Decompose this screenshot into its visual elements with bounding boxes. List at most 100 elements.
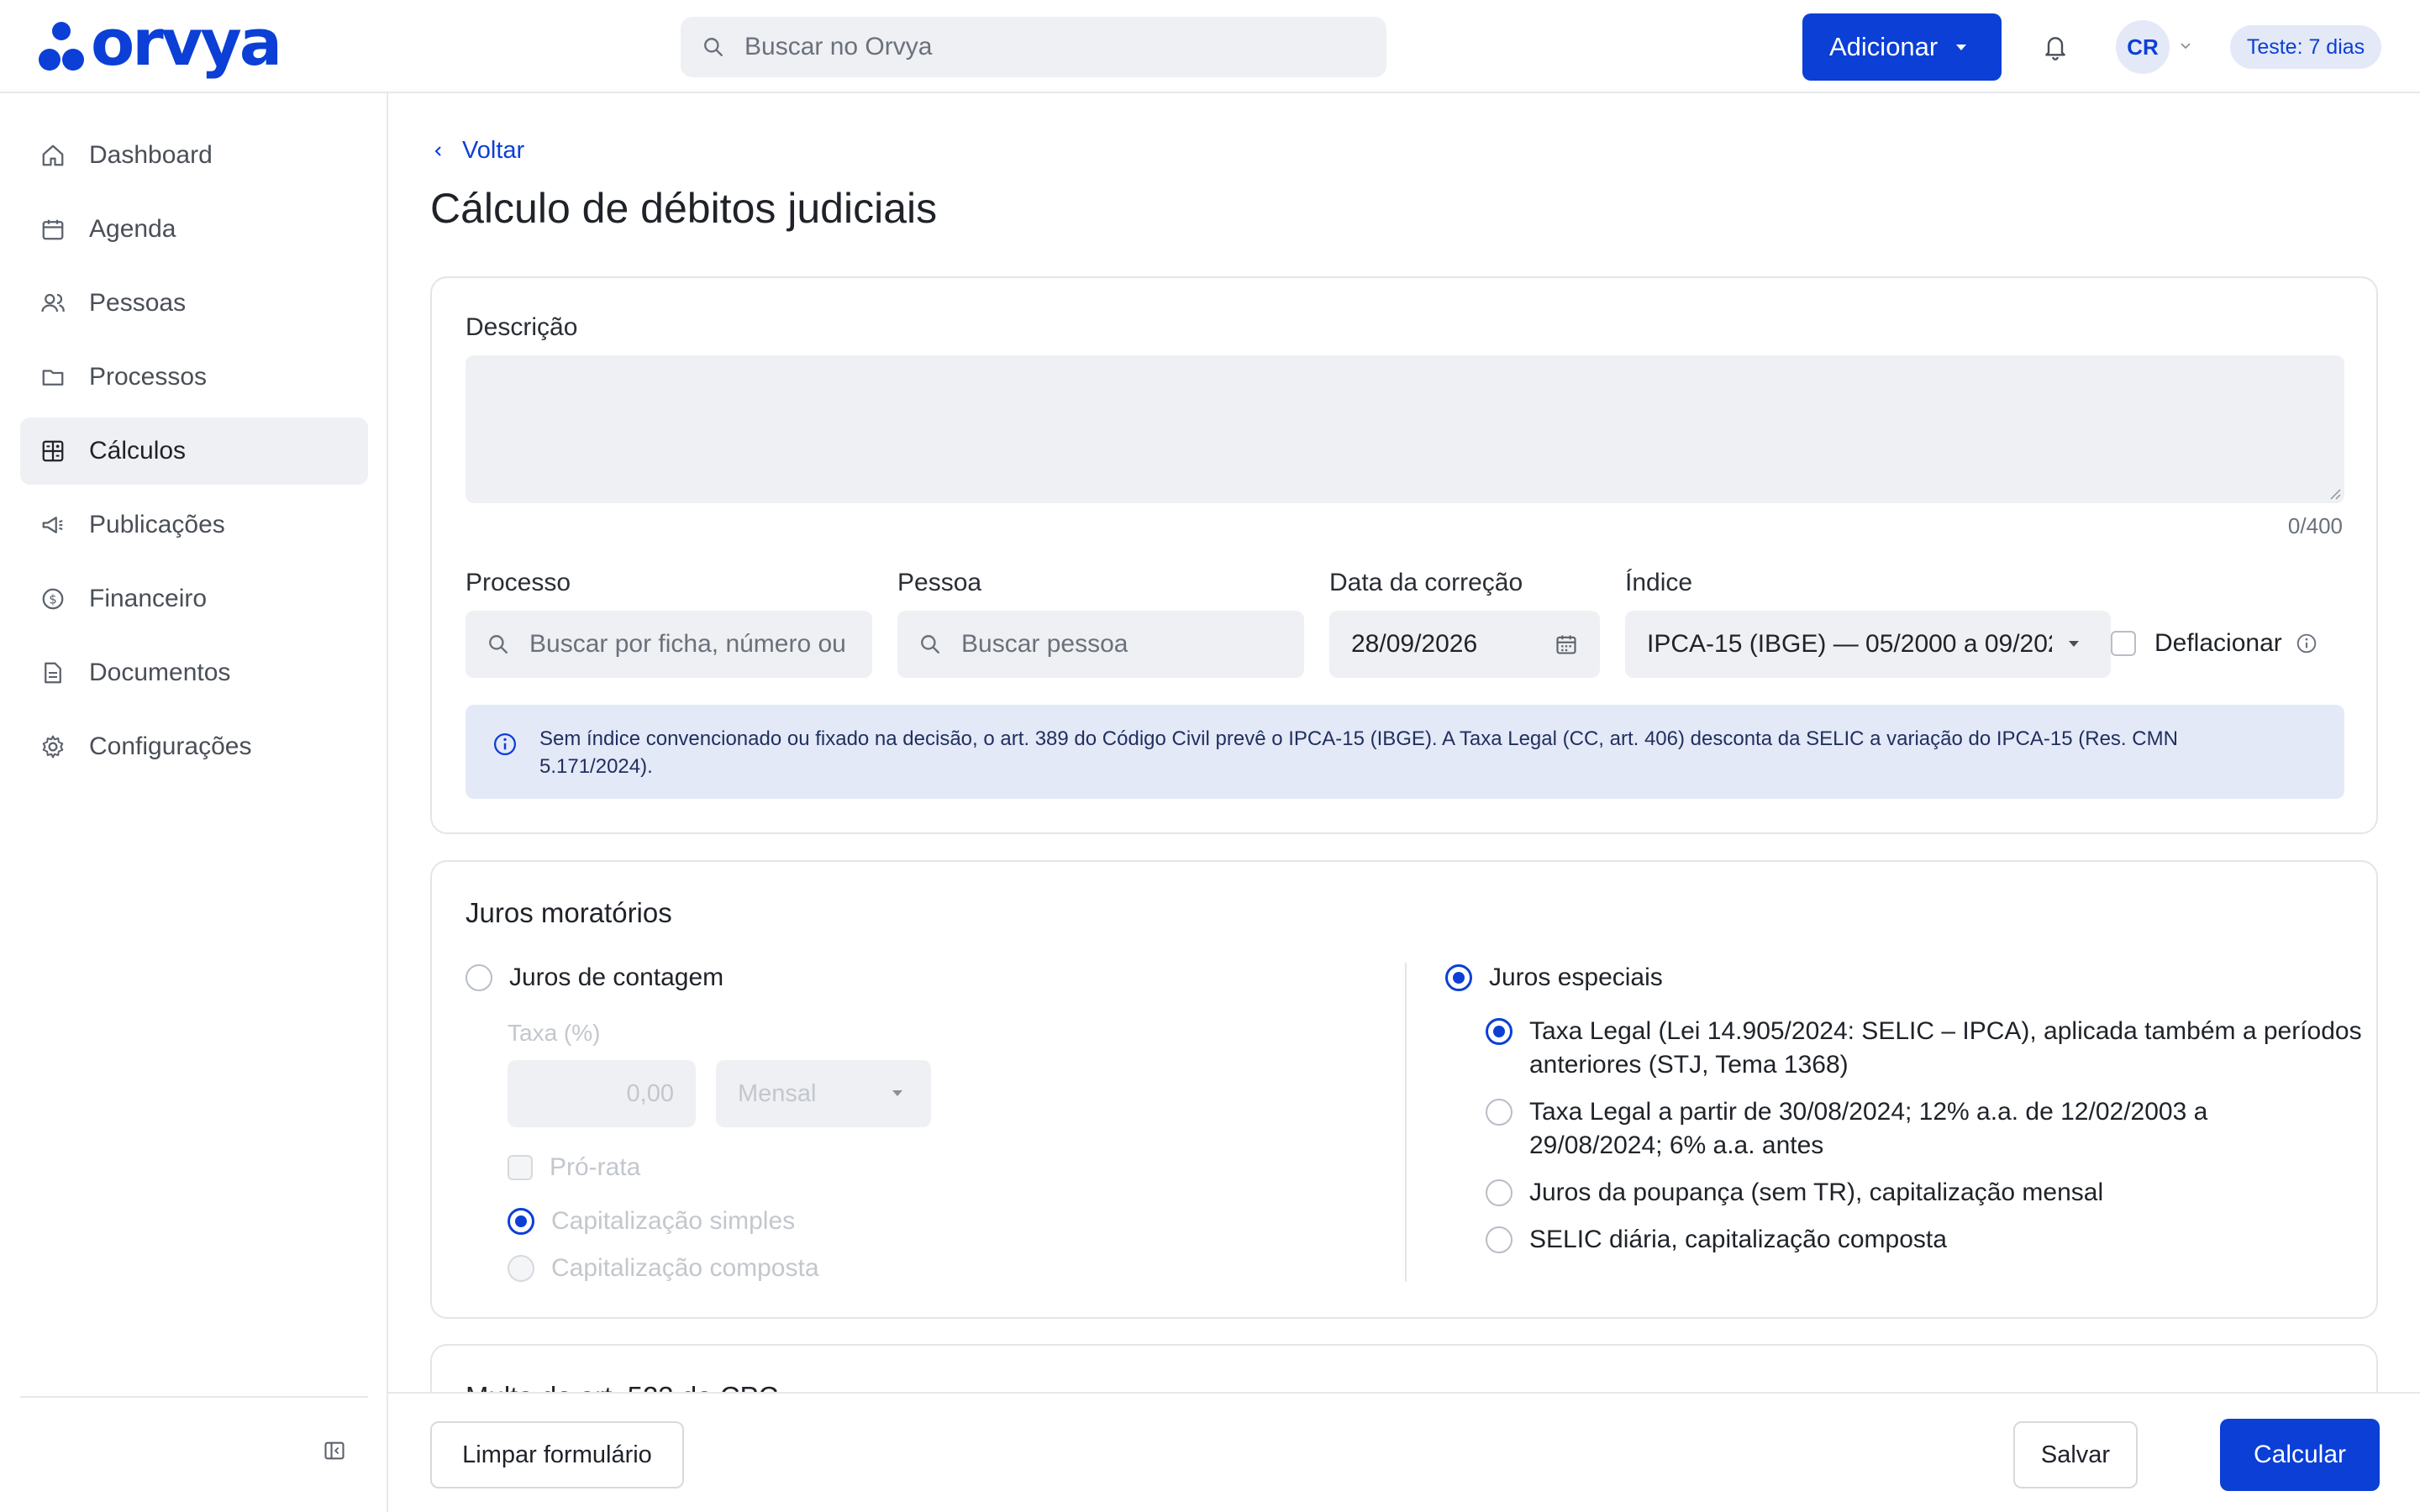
especial-option-taxa-legal[interactable]: Taxa Legal (Lei 14.905/2024: SELIC – IPC… (1486, 1015, 2362, 1082)
description-counter: 0/400 (2287, 513, 2343, 538)
sidebar-item-label: Documentos (89, 659, 231, 686)
cap-simples-radio[interactable] (508, 1208, 534, 1235)
deflacionar-checkbox[interactable] (2111, 631, 2136, 656)
especial-option-line2: 29/08/2024; 6% a.a. antes (1529, 1131, 1824, 1159)
add-button-label: Adicionar (1829, 32, 1939, 61)
especial-option-line1: Taxa Legal (Lei 14.905/2024: SELIC – IPC… (1529, 1017, 2362, 1045)
save-button[interactable]: Salvar (2013, 1421, 2138, 1488)
especial-option-radio[interactable] (1486, 1226, 1512, 1253)
sidebar-item-agenda[interactable]: Agenda (20, 196, 368, 263)
index-info-alert: Sem índice convencionado ou fixado na de… (466, 705, 2344, 799)
juros-especiais-radio[interactable] (1445, 964, 1472, 991)
especial-option-label: SELIC diária, capitalização composta (1529, 1226, 1947, 1253)
deflacionar-option[interactable]: Deflacionar (2111, 629, 2317, 658)
main-content: Voltar Cálculo de débitos judiciais Desc… (388, 93, 2420, 1392)
trial-badge[interactable]: Teste: 7 dias (2230, 25, 2381, 69)
juros-contagem-option[interactable]: Juros de contagem (466, 961, 723, 995)
especial-option-line1: Taxa Legal a partir de 30/08/2024; 12% a… (1529, 1098, 2208, 1126)
sidebar-item-label: Agenda (89, 215, 176, 243)
add-button[interactable]: Adicionar (1802, 13, 2002, 81)
caret-down-icon (2069, 641, 2079, 647)
data-correcao-label: Data da correção (1329, 569, 1523, 596)
back-link[interactable]: Voltar (432, 137, 524, 165)
cap-composta-label: Capitalização composta (551, 1254, 819, 1282)
sidebar-item-label: Financeiro (89, 585, 208, 612)
pessoa-search-input[interactable]: Buscar pessoa (897, 611, 1304, 678)
info-text-line1: Sem índice convencionado ou fixado na de… (539, 727, 2178, 750)
caret-down-icon (1956, 44, 1967, 50)
calculate-button[interactable]: Calcular (2220, 1419, 2380, 1491)
back-link-label: Voltar (462, 137, 525, 164)
bell-icon[interactable] (2042, 32, 2069, 62)
top-header: orvya Buscar no Orvya Adicionar CR Teste… (0, 0, 2420, 93)
pessoa-placeholder: Buscar pessoa (961, 630, 1128, 658)
juros-section-title: Juros moratórios (466, 897, 672, 928)
gear-icon (42, 735, 64, 759)
document-icon (45, 662, 61, 684)
chevron-down-icon[interactable] (2180, 40, 2191, 52)
multa-section-title: Multa do art. 523 do CPC (466, 1381, 778, 1392)
sidebar-item-documentos[interactable]: Documentos (20, 639, 368, 706)
avatar[interactable]: CR (2116, 20, 2170, 74)
processo-search-input[interactable]: Buscar por ficha, número ou r (466, 611, 872, 678)
especial-option-label: Taxa Legal (Lei 14.905/2024: SELIC – IPC… (1529, 1015, 2362, 1082)
juros-contagem-radio[interactable] (466, 964, 492, 991)
especial-option-radio[interactable] (1486, 1018, 1512, 1045)
sidebar-item-financeiro[interactable]: $ Financeiro (20, 565, 368, 633)
prorata-option[interactable]: Pró-rata (508, 1151, 640, 1184)
periodo-select[interactable]: Mensal (716, 1060, 931, 1127)
info-icon (494, 733, 516, 755)
processo-placeholder: Buscar por ficha, número ou r (529, 630, 854, 658)
calculator-icon (42, 440, 64, 462)
prorata-label: Pró-rata (550, 1153, 641, 1181)
column-divider (1405, 963, 1407, 1282)
collapse-sidebar-icon[interactable] (323, 1439, 346, 1462)
juros-especiais-option[interactable]: Juros especiais (1445, 961, 1663, 995)
description-textarea[interactable] (466, 355, 2344, 503)
megaphone-icon (42, 517, 63, 533)
dollar-circle-icon: $ (42, 588, 64, 610)
cap-composta-option[interactable]: Capitalização composta (508, 1252, 819, 1285)
chevron-left-icon (434, 145, 441, 156)
sidebar-item-calculos[interactable]: Cálculos (20, 417, 368, 485)
especial-option-radio[interactable] (1486, 1179, 1512, 1206)
indice-value: IPCA-15 (IBGE) — 05/2000 a 09/202 (1647, 630, 2052, 658)
data-correcao-value: 28/09/2026 (1351, 630, 1478, 658)
data-correcao-input[interactable]: 28/09/2026 (1329, 611, 1600, 678)
sidebar-item-dashboard[interactable]: Dashboard (20, 122, 368, 189)
cap-simples-option[interactable]: Capitalização simples (508, 1205, 795, 1238)
sidebar-item-pessoas[interactable]: Pessoas (20, 270, 368, 337)
especial-option-radio[interactable] (1486, 1099, 1512, 1126)
cap-composta-radio[interactable] (508, 1255, 534, 1282)
processo-label: Processo (466, 569, 571, 596)
sidebar-item-label: Cálculos (89, 437, 187, 465)
taxa-label: Taxa (%) (508, 1020, 601, 1046)
info-icon[interactable] (2296, 633, 2317, 654)
sidebar-item-label: Publicações (89, 511, 225, 538)
resize-handle-icon[interactable] (2328, 486, 2341, 500)
prorata-checkbox[interactable] (508, 1155, 533, 1180)
indice-select[interactable]: IPCA-15 (IBGE) — 05/2000 a 09/202 (1625, 611, 2111, 678)
sidebar-item-configuracoes[interactable]: Configurações (20, 713, 368, 780)
orvya-logo[interactable]: orvya (39, 11, 282, 75)
clear-form-button[interactable]: Limpar formulário (430, 1421, 684, 1488)
juros-moratorios-card: Juros moratórios Juros de contagem Taxa … (430, 860, 2378, 1319)
sidebar-item-publicacoes[interactable]: Publicações (20, 491, 368, 559)
search-icon (489, 635, 508, 654)
sidebar: Dashboard Agenda Pessoas Processos Cálcu… (0, 93, 388, 1512)
logo-mark-icon (39, 20, 84, 72)
especial-option-taxa-legal-periodos[interactable]: Taxa Legal a partir de 30/08/2024; 12% a… (1486, 1095, 2207, 1163)
home-icon (42, 144, 64, 166)
calendar-icon[interactable] (1555, 633, 1578, 656)
sidebar-item-label: Processos (89, 363, 208, 391)
search-icon (704, 38, 723, 56)
sidebar-item-processos[interactable]: Processos (20, 344, 368, 411)
calendar-icon (42, 219, 64, 240)
global-search-input[interactable]: Buscar no Orvya (681, 17, 1386, 77)
taxa-input[interactable]: 0,00 (508, 1060, 696, 1127)
especial-option-selic[interactable]: SELIC diária, capitalização composta (1486, 1223, 1947, 1257)
users-icon (41, 293, 65, 312)
search-icon (921, 635, 939, 654)
especial-option-poupanca[interactable]: Juros da poupança (sem TR), capitalizaçã… (1486, 1176, 2103, 1210)
especial-option-line2: anteriores (STJ, Tema 1368) (1529, 1051, 1849, 1079)
